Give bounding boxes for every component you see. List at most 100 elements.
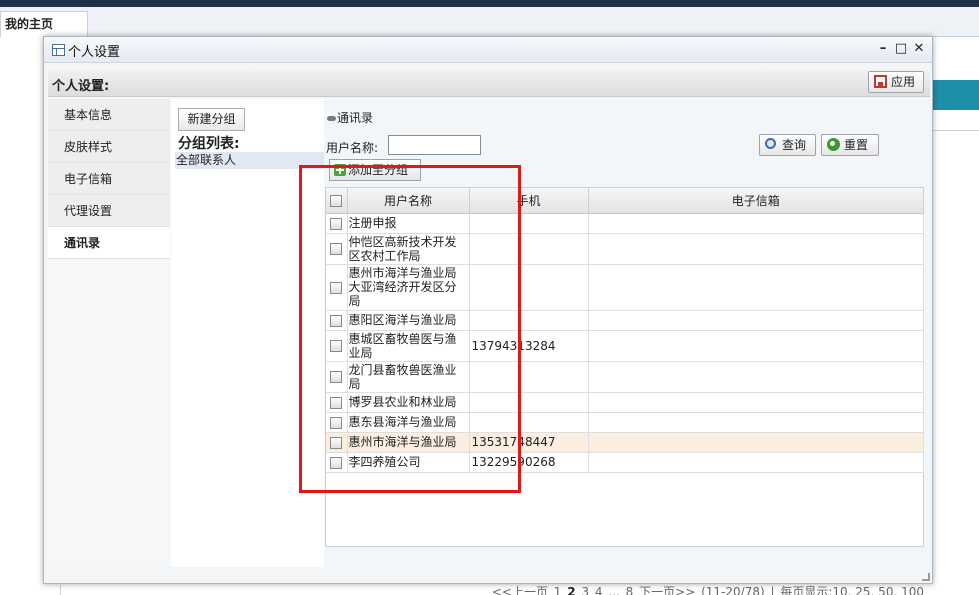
pagination: <<上一页 1 2 3 4 ... 8 下一页>> (11-20/78) | 每… <box>491 583 925 595</box>
table-header-row: 用户名称 手机 电子信箱 <box>326 188 924 214</box>
row-checkbox[interactable] <box>330 340 343 352</box>
dialog-title: 个人设置 <box>68 45 121 60</box>
pager-prev-link[interactable]: <<上一页 <box>492 585 548 595</box>
table-row[interactable]: 惠城区畜牧兽医与渔业局 13794313284 <box>326 330 924 362</box>
pager-page-current: 2 <box>567 585 576 595</box>
cell-mobile: 13794313284 <box>469 330 589 362</box>
reset-button[interactable]: 重置 <box>821 134 879 156</box>
cell-username: 惠州市海洋与渔业局 <box>347 432 470 453</box>
row-checkbox[interactable] <box>330 416 343 429</box>
table-row[interactable]: 博罗县农业和林业局 <box>326 392 924 413</box>
cell-email <box>588 330 924 362</box>
username-label: 用户名称: <box>326 141 379 155</box>
apply-label: 应用 <box>891 75 916 89</box>
cell-username: 李四养殖公司 <box>347 452 470 473</box>
refresh-icon <box>827 138 840 151</box>
table-row[interactable]: 惠东县海洋与渔业局 <box>326 412 924 433</box>
cell-username: 惠东县海洋与渔业局 <box>347 412 470 433</box>
table-icon <box>52 44 65 56</box>
cell-email <box>588 412 924 433</box>
bullet-icon <box>327 116 336 121</box>
group-list-title: 分组列表: <box>178 136 240 152</box>
pager-page-last[interactable]: 8 <box>626 585 634 595</box>
breadcrumb-label: 通讯录 <box>337 111 374 125</box>
row-checkbox[interactable] <box>330 243 343 255</box>
cell-email <box>588 233 924 265</box>
top-header-bar <box>0 0 979 7</box>
pager-range: (11-20/78) <box>701 585 765 595</box>
cell-mobile <box>469 233 589 265</box>
save-icon <box>874 75 887 88</box>
row-checkbox[interactable] <box>330 371 343 383</box>
table-row[interactable]: 仲恺区高新技术开发区农村工作局 <box>326 233 924 265</box>
add-to-group-button[interactable]: 添加至分组 <box>329 159 421 181</box>
nav-item-skin-style[interactable]: 皮肤样式 <box>48 131 170 163</box>
table-row[interactable]: 惠阳区海洋与渔业局 <box>326 310 924 331</box>
select-all-cell <box>326 188 348 214</box>
username-search-input[interactable] <box>388 135 481 155</box>
cell-username: 惠城区畜牧兽医与渔业局 <box>347 330 470 362</box>
add-to-group-label: 添加至分组 <box>348 163 409 177</box>
maximize-button[interactable]: □ <box>894 41 908 57</box>
row-checkbox[interactable] <box>330 281 343 294</box>
column-header-email[interactable]: 电子信箱 <box>588 188 924 214</box>
cell-email <box>588 361 924 393</box>
pager-per-page[interactable]: 每页显示:10, 25, 50, 100 <box>780 585 924 595</box>
table-row[interactable]: 注册申报 <box>326 213 924 234</box>
row-checkbox[interactable] <box>330 456 343 469</box>
nav-item-proxy[interactable]: 代理设置 <box>48 195 170 227</box>
pager-page-3[interactable]: 3 <box>581 585 589 595</box>
cell-email <box>588 310 924 331</box>
nav-item-basic-info[interactable]: 基本信息 <box>48 99 170 131</box>
new-group-button[interactable]: 新建分组 <box>178 108 245 131</box>
column-header-mobile[interactable]: 手机 <box>469 188 589 214</box>
background-panel-accent <box>933 80 979 110</box>
cell-username: 龙门县畜牧兽医渔业局 <box>347 361 470 393</box>
cell-mobile <box>469 412 589 433</box>
table-row[interactable]: 李四养殖公司 13229590268 <box>326 452 924 473</box>
settings-nav: 基本信息 皮肤样式 电子信箱 代理设置 通讯录 <box>48 99 170 567</box>
row-checkbox[interactable] <box>330 436 343 449</box>
pager-ellipsis: ... <box>608 585 620 595</box>
pager-next-link[interactable]: 下一页>> <box>639 585 695 595</box>
breadcrumb: 通讯录 <box>327 109 373 126</box>
pager-separator: | <box>770 585 775 595</box>
cell-mobile <box>469 392 589 413</box>
nav-item-email[interactable]: 电子信箱 <box>48 163 170 195</box>
personal-settings-dialog: 个人设置 – □ ✕ 个人设置: 应用 基本信息 皮肤样式 电子信箱 代理设置 … <box>43 36 933 595</box>
pager-page-4[interactable]: 4 <box>595 585 603 595</box>
apply-button[interactable]: 应用 <box>868 71 924 93</box>
table-row-highlighted[interactable]: 惠州市海洋与渔业局 13531748447 <box>326 432 924 453</box>
cell-mobile: 13229590268 <box>469 452 589 473</box>
cell-email <box>588 452 924 473</box>
column-header-username[interactable]: 用户名称 <box>347 188 470 214</box>
cell-username: 仲恺区高新技术开发区农村工作局 <box>347 233 470 265</box>
group-item-all-contacts[interactable]: 全部联系人 <box>175 152 325 169</box>
cell-mobile <box>469 361 589 393</box>
row-checkbox[interactable] <box>330 396 343 409</box>
tab-home[interactable]: 我的主页 <box>0 11 88 37</box>
cell-email <box>588 432 924 453</box>
minimize-button[interactable]: – <box>876 41 890 57</box>
cell-mobile <box>469 310 589 331</box>
cell-email <box>588 213 924 234</box>
row-checkbox[interactable] <box>330 314 343 327</box>
select-all-checkbox[interactable] <box>330 194 343 207</box>
table-row[interactable]: 惠州市海洋与渔业局大亚湾经济开发区分局 <box>326 264 924 311</box>
search-label: 查询 <box>782 138 807 152</box>
search-button[interactable]: 查询 <box>759 134 816 156</box>
cell-username: 博罗县农业和林业局 <box>347 392 470 413</box>
pager-page-1[interactable]: 1 <box>554 585 562 595</box>
table-row[interactable]: 龙门县畜牧兽医渔业局 <box>326 361 924 393</box>
page-tab-strip: 我的主页 <box>0 7 979 37</box>
settings-toolbar: 个人设置: 应用 <box>48 69 930 97</box>
resize-handle[interactable] <box>922 573 930 581</box>
add-icon <box>334 164 346 176</box>
cell-email <box>588 392 924 413</box>
nav-item-contacts[interactable]: 通讯录 <box>48 227 170 259</box>
dialog-titlebar[interactable]: 个人设置 – □ ✕ <box>44 37 932 63</box>
cell-mobile <box>469 264 589 311</box>
toolbar-title: 个人设置: <box>52 79 110 94</box>
close-button[interactable]: ✕ <box>912 41 926 57</box>
row-checkbox[interactable] <box>330 217 343 230</box>
